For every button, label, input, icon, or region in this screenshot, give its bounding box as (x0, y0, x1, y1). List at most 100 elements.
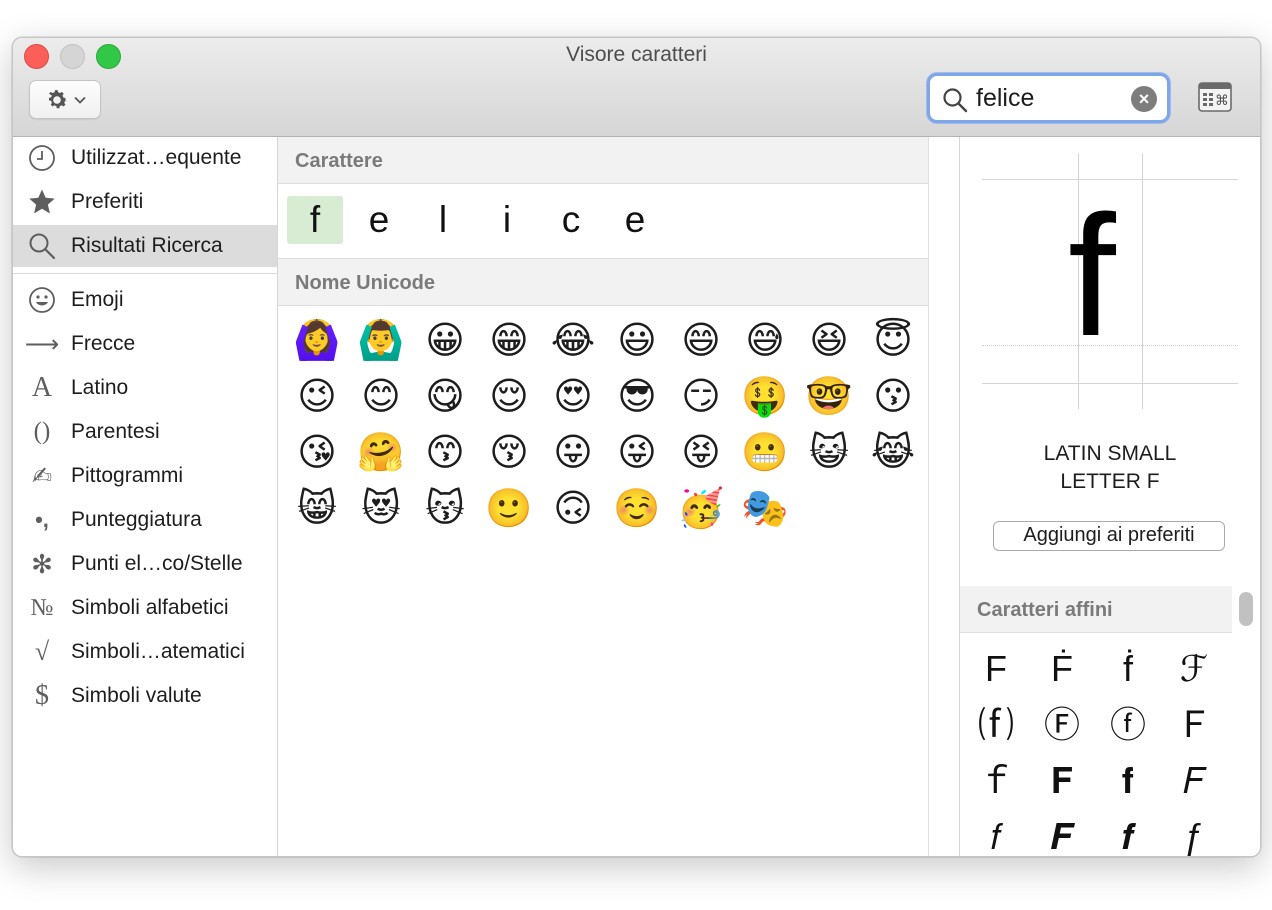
related-character-cell[interactable]: 𝐟 (1100, 755, 1156, 807)
gear-icon (48, 89, 68, 108)
emoji-cell[interactable]: 😛 (545, 427, 601, 479)
character-viewer-window: Visore caratteri × (12, 37, 1261, 857)
emoji-cell[interactable]: 😅 (737, 315, 793, 367)
related-character-cell[interactable]: ℱ (1166, 643, 1222, 695)
emoji-cell[interactable]: 🤑 (737, 371, 793, 423)
related-character-cell[interactable]: 𝑭 (1034, 811, 1090, 856)
related-character-cell[interactable]: F (968, 643, 1024, 695)
character-cell[interactable]: f (287, 196, 343, 244)
related-character-cell[interactable]: ḟ (1100, 643, 1156, 695)
emoji-cell[interactable]: 🙃 (545, 483, 601, 535)
emoji-cell[interactable]: 😆 (801, 315, 857, 367)
unicode-name-line: LETTER F (1060, 470, 1160, 493)
related-character-cell[interactable]: 𝒇 (1100, 811, 1156, 856)
emoji-cell[interactable]: 😀 (417, 315, 473, 367)
related-character-cell[interactable]: 𝑓 (968, 811, 1024, 856)
emoji-cell[interactable]: 😙 (417, 427, 473, 479)
sidebar-item-bullets-stars[interactable]: ✻ Punti el…co/Stelle (13, 543, 277, 585)
related-character-cell[interactable]: 𝐹 (1166, 755, 1222, 807)
emoji-cell[interactable]: 🙆‍♀️ (289, 315, 345, 367)
keyboard-viewer-icon[interactable]: ⌘ (1198, 82, 1232, 112)
parentheses-icon: () (33, 418, 51, 445)
emoji-cell[interactable]: 😚 (481, 427, 537, 479)
sidebar-item-emoji[interactable]: Emoji (13, 279, 277, 321)
emoji-cell[interactable]: 🥳 (673, 483, 729, 535)
sidebar-item-favorites[interactable]: Preferiti (13, 181, 277, 223)
emoji-cell[interactable]: 🤗 (353, 427, 409, 479)
clear-search-icon[interactable]: × (1131, 86, 1157, 112)
character-cell[interactable]: l (415, 196, 471, 244)
sidebar-item-label: Latino (71, 376, 129, 399)
action-menu-button[interactable] (29, 80, 101, 119)
emoji-cell[interactable]: 😗 (865, 371, 921, 423)
search-input[interactable] (976, 82, 1126, 114)
related-character-cell[interactable]: ⓕ (1100, 699, 1156, 751)
related-character-cell[interactable]: ｆ (968, 755, 1024, 807)
emoji-cell[interactable]: 🤓 (801, 371, 857, 423)
emoji-cell[interactable]: 😻 (353, 483, 409, 535)
search-field[interactable]: × (927, 73, 1170, 123)
emoji-cell[interactable]: 😏 (673, 371, 729, 423)
emoji-cell[interactable]: 😁 (481, 315, 537, 367)
emoji-cell[interactable]: 😊 (353, 371, 409, 423)
emoji-cell[interactable]: 😎 (609, 371, 665, 423)
related-character-cell[interactable]: Ⓕ (1034, 699, 1090, 751)
chevron-down-icon (74, 96, 86, 104)
sidebar-item-arrows[interactable]: ⟶ Frecce (13, 323, 277, 365)
emoji-cell[interactable]: 🙆‍♂️ (353, 315, 409, 367)
character-cell[interactable]: i (479, 196, 535, 244)
related-character-cell[interactable]: 𝐅 (1034, 755, 1090, 807)
sidebar-item-frequent[interactable]: Utilizzat…equente (13, 137, 277, 179)
emoji-cell[interactable]: 🎭 (737, 483, 793, 535)
sidebar-item-latin[interactable]: A Latino (13, 367, 277, 409)
character-detail-pane: f LATIN SMALL LETTER F Aggiungi ai prefe… (959, 137, 1260, 856)
emoji-cell[interactable]: 😘 (289, 427, 345, 479)
emoji-cell[interactable]: 😸 (289, 483, 345, 535)
emoji-cell[interactable]: 😋 (417, 371, 473, 423)
emoji-cell[interactable]: ☺️ (609, 483, 665, 535)
character-cell[interactable]: c (543, 196, 599, 244)
sidebar-item-pictographs[interactable]: ✍ Pittogrammi (13, 455, 277, 497)
emoji-cell[interactable]: 😂 (545, 315, 601, 367)
emoji-cell[interactable]: 😃 (609, 315, 665, 367)
related-character-cell[interactable]: ⒡ (968, 699, 1024, 751)
punctuation-icon: •, (35, 507, 49, 532)
dollar-icon: $ (35, 680, 49, 711)
emoji-cell[interactable]: 😺 (801, 427, 857, 479)
emoji-cell[interactable]: 😜 (609, 427, 665, 479)
sidebar-item-parentheses[interactable]: () Parentesi (13, 411, 277, 453)
emoji-cell[interactable]: 😬 (737, 427, 793, 479)
emoji-cell[interactable]: 😽 (417, 483, 473, 535)
emoji-cell[interactable]: 😉 (289, 371, 345, 423)
character-cell[interactable]: e (607, 196, 663, 244)
emoji-cell[interactable]: 😹 (865, 427, 921, 479)
sidebar-item-search-results[interactable]: Risultati Ricerca (13, 225, 277, 267)
glyph-preview: f (1068, 180, 1116, 372)
emoji-cell[interactable]: 🙂 (481, 483, 537, 535)
sidebar-item-punctuation[interactable]: •, Punteggiatura (13, 499, 277, 541)
sidebar-item-letterlike-symbols[interactable]: № Simboli alfabetici (13, 587, 277, 629)
character-cell[interactable]: e (351, 196, 407, 244)
emoji-cell[interactable]: 😇 (865, 315, 921, 367)
sidebar-item-label: Punti el…co/Stelle (71, 552, 243, 575)
sidebar-item-math-symbols[interactable]: √ Simboli…atematici (13, 631, 277, 673)
magnifier-icon (29, 233, 56, 260)
add-to-favorites-button[interactable]: Aggiungi ai preferiti (993, 521, 1225, 551)
emoji-cell[interactable]: 😄 (673, 315, 729, 367)
clock-icon (29, 145, 55, 171)
sidebar-item-label: Simboli…atematici (71, 640, 245, 663)
related-character-cell[interactable]: ƒ (1166, 811, 1222, 856)
center-scroll-gutter (928, 137, 959, 856)
emoji-cell[interactable]: 😝 (673, 427, 729, 479)
sidebar-item-currency-symbols[interactable]: $ Simboli valute (13, 675, 277, 717)
writing-hand-icon: ✍ (31, 462, 53, 490)
detail-scrollbar[interactable] (1239, 592, 1253, 626)
emoji-cell[interactable]: 😌 (481, 371, 537, 423)
sidebar-item-label: Emoji (71, 288, 124, 311)
related-character-cell[interactable]: Ｆ (1166, 699, 1222, 751)
emoji-cell[interactable]: 😍 (545, 371, 601, 423)
unicode-name-line: LATIN SMALL (1043, 442, 1177, 465)
related-character-cell[interactable]: Ḟ (1034, 643, 1090, 695)
sidebar-divider (13, 273, 277, 274)
sqrt-icon: √ (34, 637, 50, 666)
